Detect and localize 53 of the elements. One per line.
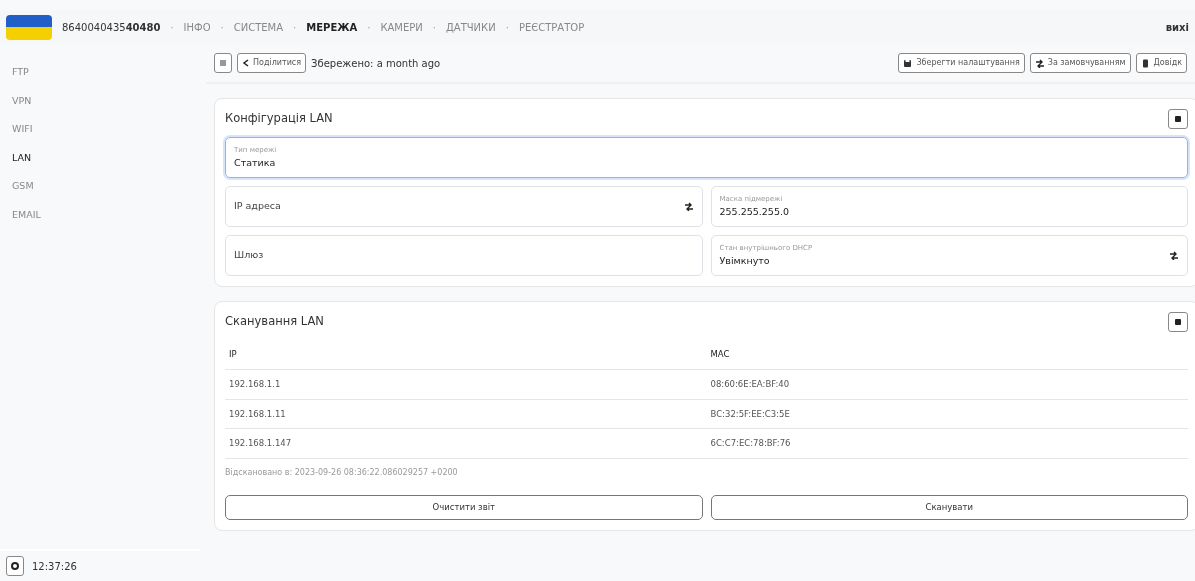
collapse-button[interactable] [1168, 312, 1188, 332]
separator-dot: · [432, 20, 436, 35]
field-value: 255.255.255.0 [719, 204, 790, 219]
separator-dot: · [170, 20, 174, 35]
separator-dot: · [505, 20, 509, 35]
help-button[interactable]: Довідк [1135, 53, 1187, 73]
save-button[interactable]: Зберегти налаштування [898, 53, 1025, 73]
column-header: IP [225, 340, 707, 370]
sidebar-item[interactable]: VPN [0, 86, 200, 115]
sidebar-item[interactable]: WIFI [0, 115, 200, 144]
share-button[interactable]: Поділитися [237, 53, 307, 73]
field-value: Статика [234, 155, 277, 170]
table-cell: 192.168.1.147 [225, 428, 707, 459]
card-title: Сканування LAN [225, 313, 324, 331]
logo-flag-icon [6, 14, 52, 40]
scan-button[interactable]: Сканувати [710, 495, 1188, 520]
table-cell: 192.168.1.1 [225, 369, 707, 399]
nav-tab[interactable]: МЕРЕЖА [306, 19, 358, 35]
square-icon [1174, 115, 1182, 123]
clock-time: 12:37:26 [32, 559, 77, 574]
sidebar-item[interactable]: EMAIL [0, 200, 200, 229]
field-value: Увімкнуто [719, 253, 771, 268]
field-label: Шлюз [234, 248, 265, 263]
separator-dot: · [220, 20, 224, 35]
input-field[interactable]: Шлюз [225, 235, 703, 276]
device-serial: 864004043540480 [62, 20, 161, 35]
table-cell: 08:60:6E:EA:BF:40 [706, 369, 1188, 399]
sidebar-item[interactable]: LAN [0, 143, 200, 172]
sidebar-item[interactable]: FTP [0, 58, 200, 87]
scan-timestamp: Відскановано в: 2023-09-26 08:36:22.086029257 +0200 [225, 467, 459, 479]
square-icon [1174, 318, 1182, 326]
share-icon [242, 59, 250, 67]
swap-icon [1034, 58, 1045, 68]
menu-button[interactable] [214, 53, 232, 73]
save-icon [903, 58, 914, 68]
logout-link[interactable]: вихі [1165, 19, 1189, 35]
field-label: IP адреса [234, 199, 282, 214]
input-field[interactable]: IP адреса [225, 186, 703, 227]
sidebar-item[interactable]: GSM [0, 172, 200, 201]
saved-status: Збережено: a month ago [311, 56, 441, 71]
settings-button[interactable] [6, 556, 24, 576]
table-cell: 192.168.1.11 [225, 399, 707, 429]
reset-button[interactable]: За замовчуванням [1029, 53, 1131, 73]
collapse-button[interactable] [1168, 109, 1188, 129]
table-cell: BC:32:5F:EE:C3:5E [706, 399, 1188, 429]
separator-dot: · [367, 20, 371, 35]
clear-report-button[interactable]: Очистити звіт [225, 495, 703, 520]
swap-icon [1169, 251, 1179, 260]
table-cell: 6C:C7:EC:78:BF:76 [706, 428, 1188, 459]
card-title: Конфігурація LAN [225, 110, 333, 128]
column-header: MAC [706, 340, 1188, 370]
separator-dot: · [293, 20, 297, 35]
swap-icon [683, 202, 694, 211]
